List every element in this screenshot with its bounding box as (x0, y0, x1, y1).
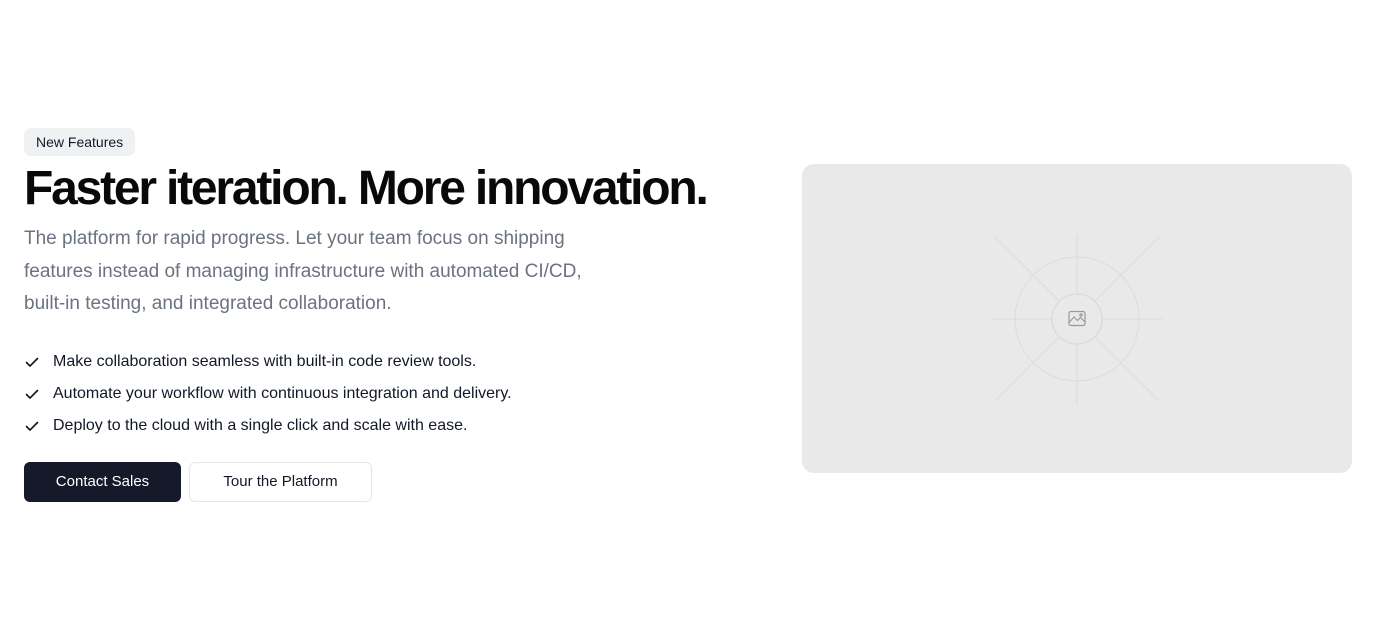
hero-section: New Features Faster iteration. More inno… (24, 128, 744, 502)
check-icon (25, 389, 39, 399)
tour-platform-button[interactable]: Tour the Platform (189, 461, 372, 502)
placeholder-graphic (992, 234, 1162, 404)
contact-sales-button[interactable]: Contact Sales (24, 461, 181, 502)
feature-item: Automate your workflow with continuous i… (24, 382, 744, 406)
feature-item: Deploy to the cloud with a single click … (24, 414, 744, 438)
new-features-badge: New Features (24, 128, 136, 156)
media-placeholder (802, 164, 1352, 473)
feature-text: Make collaboration seamless with built-i… (53, 352, 477, 370)
feature-text: Deploy to the cloud with a single click … (53, 416, 468, 434)
feature-text: Automate your workflow with continuous i… (53, 384, 512, 402)
check-icon (25, 357, 39, 367)
feature-list: Make collaboration seamless with built-i… (24, 350, 744, 438)
hero-headline: Faster iteration. More innovation. (24, 162, 709, 215)
cta-group: Contact Sales Tour the Platform (24, 461, 744, 502)
hero-subtitle: The platform for rapid progress. Let you… (24, 228, 582, 314)
check-icon (25, 421, 39, 431)
feature-item: Make collaboration seamless with built-i… (24, 350, 744, 374)
